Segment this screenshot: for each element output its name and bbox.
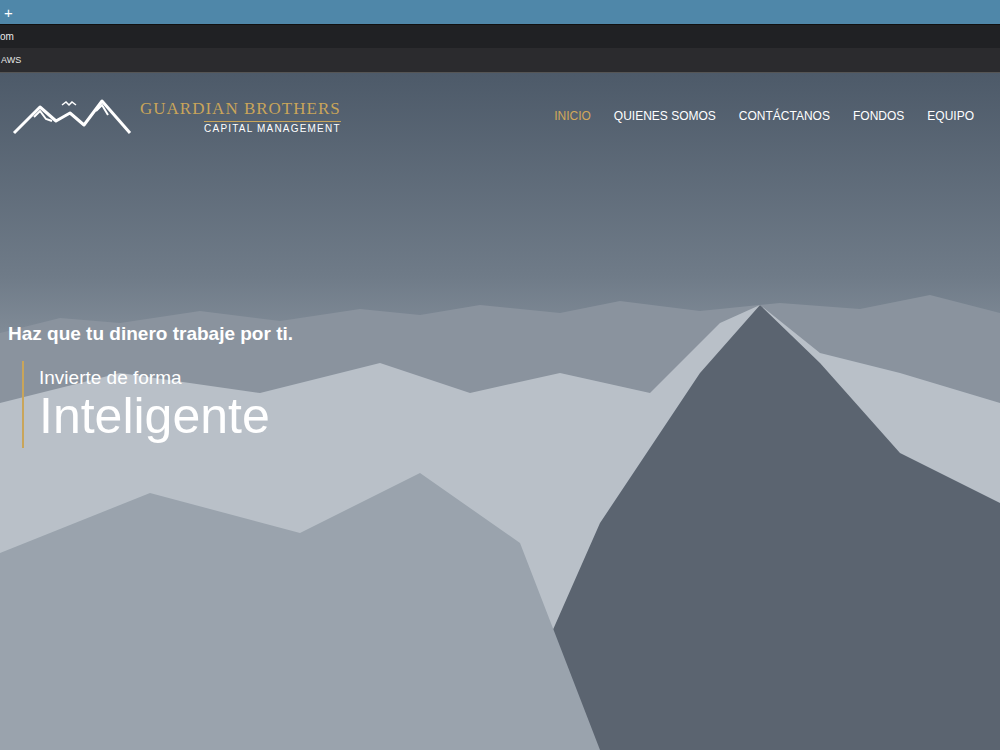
logo-title: GUARDIAN BROTHERS: [140, 99, 341, 119]
address-text[interactable]: om: [0, 31, 14, 42]
nav-item[interactable]: FONDOS: [853, 109, 904, 123]
website: GUARDIAN BROTHERS CAPITAL MANAGEMENT INICI…: [0, 73, 1000, 750]
nav-item[interactable]: CONTÁCTANOS: [739, 109, 830, 123]
main-nav: INICIO QUIENES SOMOS CONTÁCTANOS FONDOS EQUI…: [554, 109, 974, 123]
nav-item[interactable]: QUIENES SOMOS: [614, 109, 716, 123]
hero-quote: Invierte de formaInteligente: [22, 361, 1000, 448]
logo[interactable]: GUARDIAN BROTHERS CAPITAL MANAGEMENT: [12, 95, 341, 137]
tab-bar: +: [0, 0, 1000, 24]
nav-item[interactable]: EQUIPO: [927, 109, 974, 123]
address-bar[interactable]: om: [0, 24, 1000, 48]
hero-lead: Invierte de forma: [39, 367, 1000, 389]
bookmark-bar: AWS: [0, 48, 1000, 73]
logo-subtitle: CAPITAL MANAGEMENT: [204, 121, 341, 134]
mountain-logo-icon: [12, 95, 132, 137]
site-header: GUARDIAN BROTHERS CAPITAL MANAGEMENT INICI…: [0, 73, 1000, 137]
browser-window: + om AWS GUARDIAN BROTHERS CAPITAL MANAGEMEN…: [0, 0, 1000, 750]
nav-item[interactable]: INICIO: [554, 109, 591, 123]
hero-headline: Inteligente: [39, 389, 1000, 444]
hero-tagline: Haz que tu dinero trabaje por ti.: [8, 323, 1000, 345]
hero: Haz que tu dinero trabaje por ti. Inviert…: [0, 137, 1000, 448]
new-tab-button[interactable]: +: [4, 4, 13, 21]
bookmark[interactable]: AWS: [0, 55, 21, 65]
